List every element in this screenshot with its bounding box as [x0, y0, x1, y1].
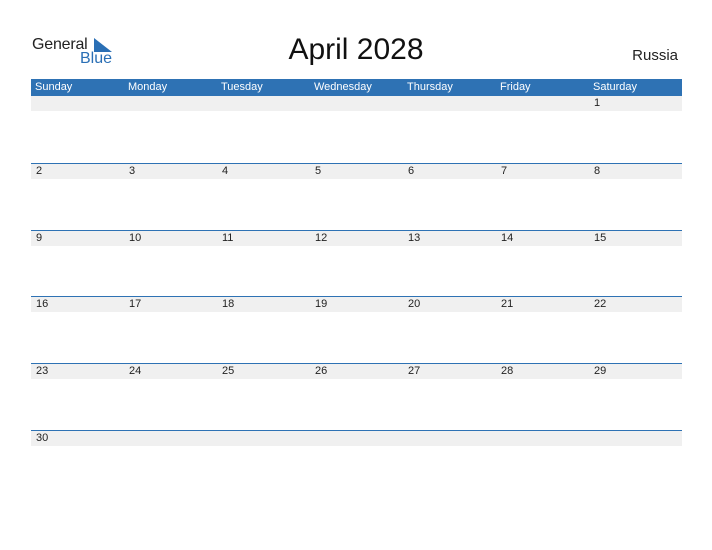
day-cell: 28: [501, 365, 514, 377]
day-cell: [310, 96, 403, 111]
day-cell: [124, 431, 217, 446]
day-cell: 10: [129, 232, 142, 244]
country-label: Russia: [632, 47, 678, 64]
day-cell: [217, 431, 310, 446]
weekday-monday: Monday: [128, 81, 168, 93]
weekday-header: Sunday Monday Tuesday Wednesday Thursday…: [31, 79, 682, 96]
day-cell: 15: [594, 232, 607, 244]
day-cell: 24: [129, 365, 142, 377]
week-row: 1: [31, 96, 682, 162]
week-row: 16 17 18 19 20 21 22: [31, 296, 682, 362]
day-cell: [496, 96, 589, 111]
day-cell: 1: [594, 97, 601, 109]
day-cell: 14: [501, 232, 514, 244]
day-cell: 5: [315, 165, 322, 177]
day-cell: 26: [315, 365, 328, 377]
weekday-sunday: Sunday: [35, 81, 73, 93]
weekday-thursday: Thursday: [407, 81, 453, 93]
day-cell: 25: [222, 365, 235, 377]
week-row: 30: [31, 430, 682, 496]
week-row: 9 10 11 12 13 14 15: [31, 230, 682, 296]
day-cell: [217, 96, 310, 111]
date-band: 16 17 18 19 20 21 22: [31, 297, 682, 312]
day-cell: 30: [36, 432, 49, 444]
day-cell: 29: [594, 365, 607, 377]
date-band: 9 10 11 12 13 14 15: [31, 231, 682, 246]
day-cell: 23: [36, 365, 49, 377]
date-band: 30: [31, 431, 682, 446]
day-cell: 8: [594, 165, 601, 177]
day-cell: [31, 96, 124, 111]
calendar-title: April 2028: [288, 33, 424, 66]
day-cell: 22: [594, 298, 607, 310]
date-band: 23 24 25 26 27 28 29: [31, 364, 682, 379]
day-cell: 12: [315, 232, 328, 244]
date-band: 1: [31, 96, 682, 111]
day-cell: 2: [36, 165, 43, 177]
day-cell: 27: [408, 365, 421, 377]
day-cell: 16: [36, 298, 49, 310]
week-row: 2 3 4 5 6 7 8: [31, 163, 682, 229]
day-cell: 17: [129, 298, 142, 310]
day-cell: [403, 96, 496, 111]
weekday-saturday: Saturday: [593, 81, 638, 93]
day-cell: [589, 431, 682, 446]
day-cell: 18: [222, 298, 235, 310]
day-cell: [124, 96, 217, 111]
weekday-tuesday: Tuesday: [221, 81, 263, 93]
day-cell: 19: [315, 298, 328, 310]
day-cell: [403, 431, 496, 446]
day-cell: 3: [129, 165, 136, 177]
day-cell: 6: [408, 165, 415, 177]
day-cell: 21: [501, 298, 514, 310]
day-cell: 13: [408, 232, 421, 244]
day-cell: 4: [222, 165, 229, 177]
weekday-wednesday: Wednesday: [314, 81, 372, 93]
day-cell: 9: [36, 232, 43, 244]
day-cell: [496, 431, 589, 446]
day-cell: 11: [222, 232, 234, 244]
weekday-friday: Friday: [500, 81, 531, 93]
day-cell: 20: [408, 298, 421, 310]
date-band: 2 3 4 5 6 7 8: [31, 164, 682, 179]
day-cell: 7: [501, 165, 508, 177]
week-row: 23 24 25 26 27 28 29: [31, 363, 682, 429]
day-cell: [310, 431, 403, 446]
